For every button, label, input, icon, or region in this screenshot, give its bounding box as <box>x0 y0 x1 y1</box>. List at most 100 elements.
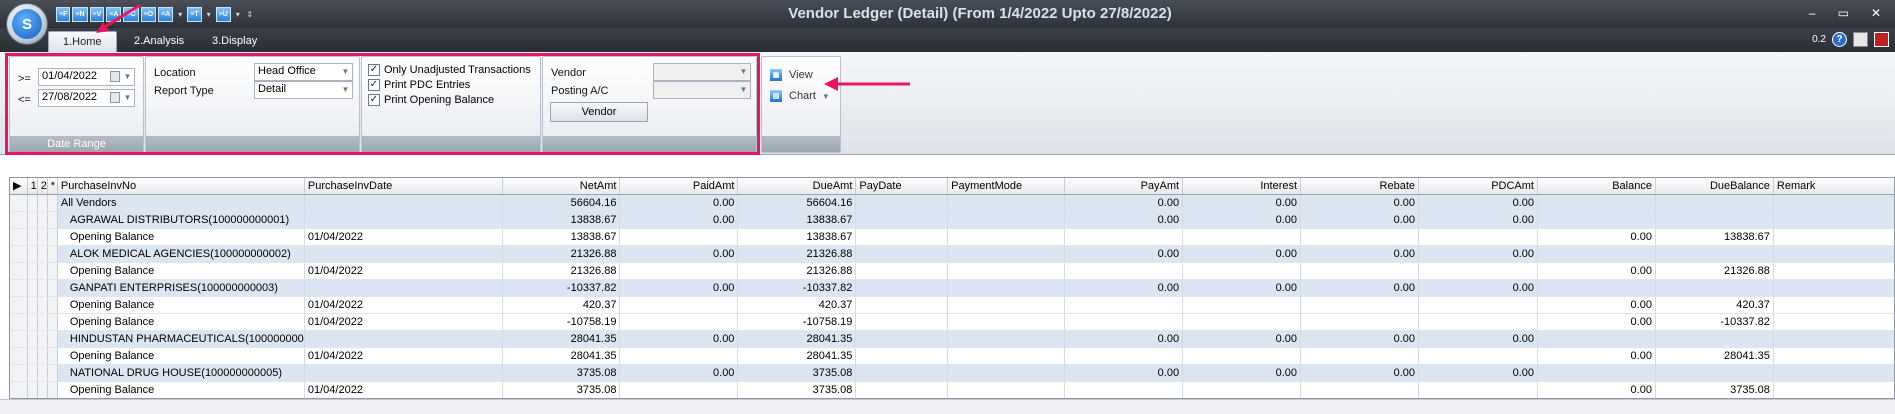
cell-rebate[interactable]: 0.00 <box>1300 330 1420 348</box>
row-indicator-cell[interactable] <box>10 313 28 331</box>
cell-interest[interactable]: 0.00 <box>1182 245 1302 263</box>
cell-balance[interactable]: 0.00 <box>1537 381 1656 398</box>
cell-rebate[interactable] <box>1300 381 1420 398</box>
table-group-row[interactable]: AGRAWAL DISTRIBUTORS(100000000001) 13838.… <box>10 211 1894 229</box>
cell-paydate[interactable] <box>855 279 949 297</box>
cell-rebate[interactable]: 0.00 <box>1300 279 1420 297</box>
cell-remark[interactable] <box>1773 381 1894 398</box>
cell-paidamt[interactable] <box>619 347 739 365</box>
cell-paidamt[interactable] <box>619 228 739 246</box>
row-indicator-cell[interactable] <box>27 228 38 246</box>
cell-paymentmode[interactable] <box>947 262 1066 280</box>
cell-netamt[interactable]: 3735.08 <box>502 381 621 398</box>
quick-access-button[interactable]: ≡V <box>89 7 105 22</box>
cell-netamt[interactable]: 56604.16 <box>502 194 621 212</box>
quick-access-button[interactable]: ≡A <box>158 7 174 22</box>
table-group-row[interactable]: HINDUSTAN PHARMACEUTICALS(100000000004) 2… <box>10 330 1894 348</box>
column-header-paymentmode[interactable]: PaymentMode <box>947 178 1066 195</box>
print-pdc-option[interactable]: ✓ Print PDC Entries <box>368 79 470 91</box>
cell-balance[interactable]: 0.00 <box>1537 347 1656 365</box>
tab-analysis[interactable]: 2.Analysis <box>120 31 198 52</box>
cell-rebate[interactable] <box>1300 313 1420 331</box>
cell-purchaseinvdate[interactable] <box>304 330 503 348</box>
cell-purchaseinvdate[interactable]: 01/04/2022 <box>304 228 503 246</box>
cell-remark[interactable] <box>1773 330 1894 348</box>
cell-rebate[interactable]: 0.00 <box>1300 364 1420 382</box>
row-indicator-cell[interactable] <box>27 364 38 382</box>
cell-payamt[interactable]: 0.00 <box>1064 330 1184 348</box>
quick-access-button[interactable]: ≡O <box>140 7 157 22</box>
cell-netamt[interactable]: 13838.67 <box>502 211 621 229</box>
checkbox-only-unadjusted[interactable]: ✓ <box>368 64 380 76</box>
cell-payamt[interactable] <box>1064 313 1184 331</box>
cell-purchaseinvno[interactable]: HINDUSTAN PHARMACEUTICALS(100000000004) <box>57 330 305 348</box>
cell-payamt[interactable] <box>1064 228 1184 246</box>
cell-interest[interactable]: 0.00 <box>1182 279 1302 297</box>
cell-dueamt[interactable]: 13838.67 <box>737 228 857 246</box>
row-indicator-cell[interactable] <box>10 262 28 280</box>
chevron-down-icon[interactable]: ▾ <box>175 7 185 22</box>
cell-remark[interactable] <box>1773 228 1894 246</box>
cell-purchaseinvno[interactable]: Opening Balance <box>57 313 305 331</box>
cell-balance[interactable]: 0.00 <box>1537 296 1656 314</box>
cell-purchaseinvno[interactable]: AGRAWAL DISTRIBUTORS(100000000001) <box>57 211 305 229</box>
cell-paymentmode[interactable] <box>947 347 1066 365</box>
cell-paidamt[interactable] <box>619 381 739 398</box>
row-indicator-cell[interactable] <box>10 228 28 246</box>
row-indicator-cell[interactable] <box>10 381 28 398</box>
cell-paidamt[interactable]: 0.00 <box>619 245 739 263</box>
row-indicator-cell[interactable] <box>27 381 38 398</box>
row-indicator-cell[interactable] <box>47 211 58 229</box>
row-indicator-cell[interactable] <box>27 296 38 314</box>
cell-purchaseinvno[interactable]: Opening Balance <box>57 381 305 398</box>
cell-payamt[interactable]: 0.00 <box>1064 279 1184 297</box>
cell-pdcamt[interactable]: 0.00 <box>1418 279 1538 297</box>
cell-payamt[interactable] <box>1064 296 1184 314</box>
chevron-down-icon[interactable]: ▾ <box>233 7 243 22</box>
cell-dueamt[interactable]: -10337.82 <box>737 279 857 297</box>
vendor-button[interactable]: Vendor <box>550 102 648 122</box>
table-group-row[interactable]: ALOK MEDICAL AGENCIES(100000000002) 21326… <box>10 245 1894 263</box>
cell-paydate[interactable] <box>855 330 949 348</box>
cell-remark[interactable] <box>1773 364 1894 382</box>
column-header-interest[interactable]: Interest <box>1182 178 1302 195</box>
cell-dueamt[interactable]: 28041.35 <box>737 347 857 365</box>
cell-netamt[interactable]: -10758.19 <box>502 313 621 331</box>
column-header-purchaseinvno[interactable]: PurchaseInvNo <box>57 178 305 195</box>
row-indicator-cell[interactable] <box>27 262 38 280</box>
from-date-picker[interactable]: 01/04/2022 ▼ <box>38 68 135 86</box>
cell-netamt[interactable]: 13838.67 <box>502 228 621 246</box>
cell-balance[interactable]: 0.00 <box>1537 313 1656 331</box>
cell-dueamt[interactable]: 3735.08 <box>737 364 857 382</box>
cell-paymentmode[interactable] <box>947 245 1066 263</box>
app-logo[interactable]: S <box>6 3 48 45</box>
cell-remark[interactable] <box>1773 279 1894 297</box>
cell-balance[interactable] <box>1537 330 1656 348</box>
cell-rebate[interactable] <box>1300 228 1420 246</box>
row-indicator-cell[interactable] <box>47 262 58 280</box>
cell-rebate[interactable] <box>1300 262 1420 280</box>
row-indicator-cell[interactable] <box>10 330 28 348</box>
view-button[interactable]: ▦ View <box>769 68 813 82</box>
cell-paydate[interactable] <box>855 296 949 314</box>
row-indicator-cell[interactable] <box>47 364 58 382</box>
cell-dueamt[interactable]: -10758.19 <box>737 313 857 331</box>
cell-remark[interactable] <box>1773 313 1894 331</box>
cell-dueamt[interactable]: 3735.08 <box>737 381 857 398</box>
row-indicator-cell[interactable] <box>37 364 48 382</box>
cell-payamt[interactable] <box>1064 381 1184 398</box>
row-indicator-cell[interactable] <box>10 364 28 382</box>
tab-home[interactable]: 1.Home <box>48 31 117 52</box>
cell-interest[interactable]: 0.00 <box>1182 330 1302 348</box>
cell-paymentmode[interactable] <box>947 211 1066 229</box>
cell-paydate[interactable] <box>855 228 949 246</box>
cell-remark[interactable] <box>1773 194 1894 212</box>
cell-pdcamt[interactable]: 0.00 <box>1418 245 1538 263</box>
cell-duebalance[interactable] <box>1655 330 1774 348</box>
cell-paydate[interactable] <box>855 313 949 331</box>
cell-purchaseinvno[interactable]: All Vendors <box>57 194 305 212</box>
cell-paymentmode[interactable] <box>947 364 1066 382</box>
row-indicator-cell[interactable] <box>37 279 48 297</box>
cell-netamt[interactable]: 21326.88 <box>502 262 621 280</box>
cell-balance[interactable] <box>1537 279 1656 297</box>
